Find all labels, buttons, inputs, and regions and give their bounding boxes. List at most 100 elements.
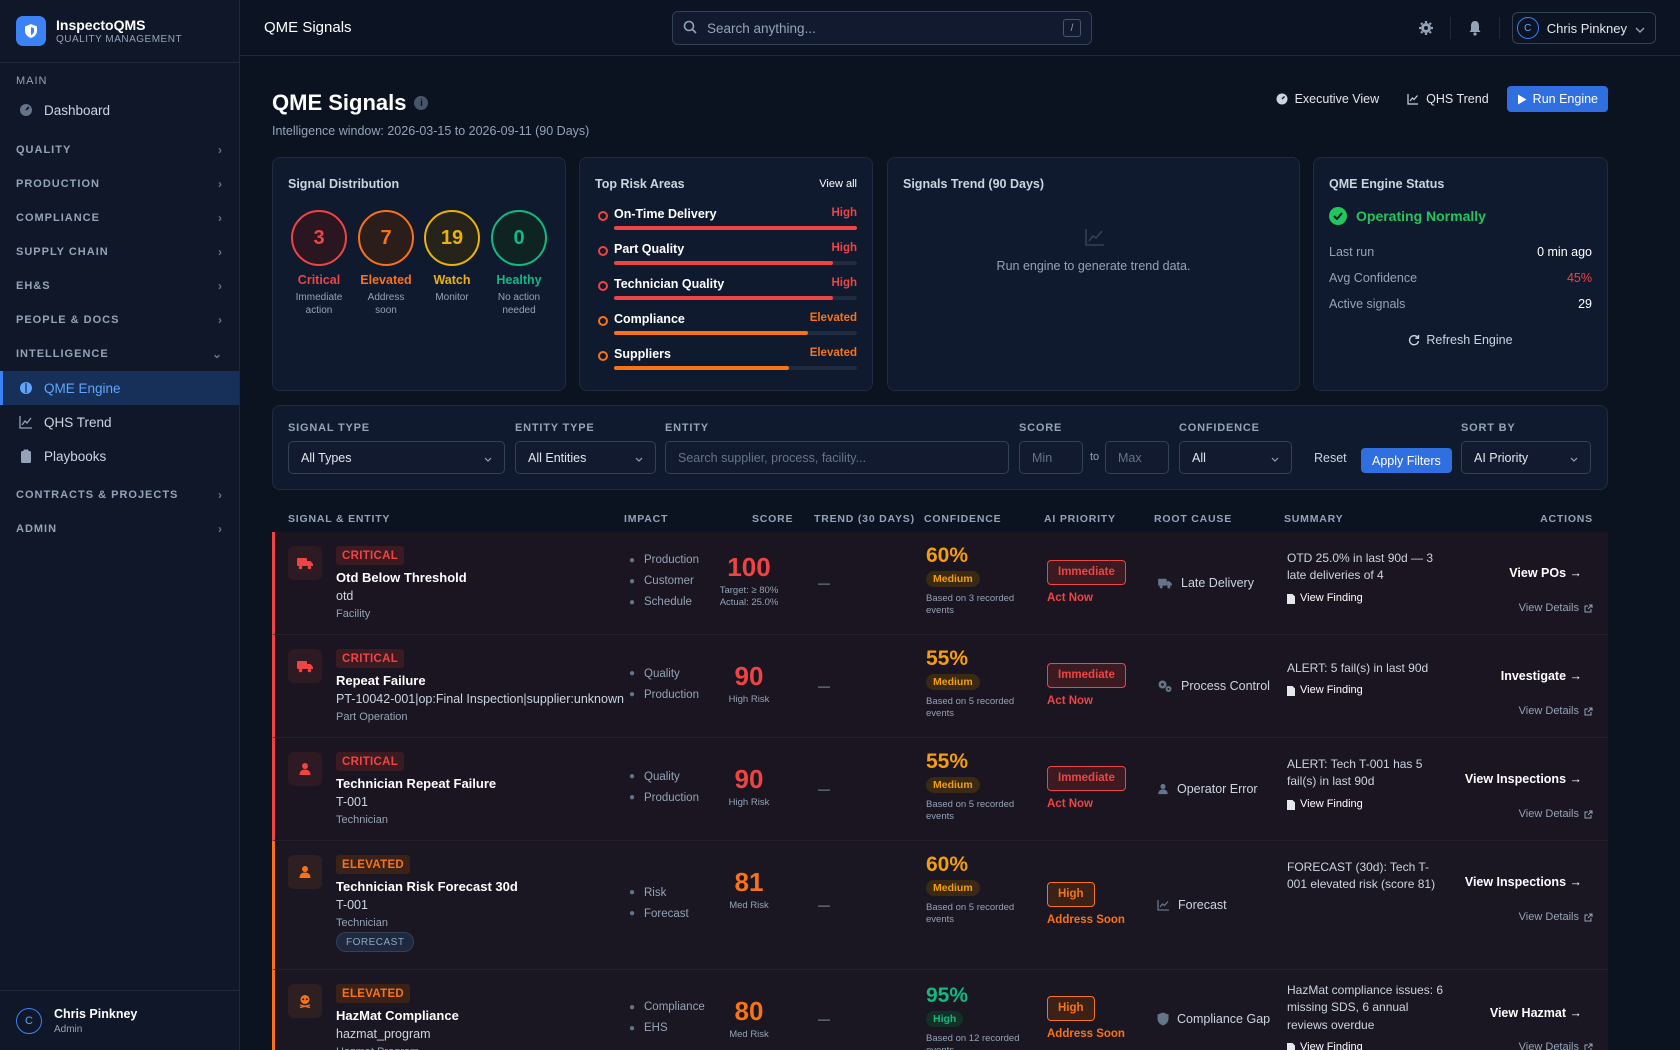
calendar-icon: ●	[628, 596, 636, 608]
chevron-down-icon	[1570, 451, 1578, 465]
signal-type-select[interactable]: All Types	[288, 441, 505, 474]
brand[interactable]: InspectoQMS QUALITY MANAGEMENT	[0, 0, 239, 63]
column-header[interactable]: SIGNAL & ENTITY	[288, 513, 390, 525]
signal-title[interactable]: Otd Below Threshold	[336, 570, 467, 585]
sidebar-group-production[interactable]: PRODUCTION ›	[0, 167, 239, 201]
apply-filters-button[interactable]: Apply Filters	[1361, 448, 1452, 473]
column-header[interactable]: AI PRIORITY	[1044, 513, 1116, 525]
sidebar-group-admin[interactable]: ADMIN ›	[0, 512, 239, 546]
sidebar-group-supply-chain[interactable]: SUPPLY CHAIN ›	[0, 235, 239, 269]
search-input[interactable]: Search anything... /	[672, 11, 1092, 45]
group-label: PEOPLE & DOCS	[16, 314, 120, 326]
primary-action-link[interactable]: View POs →	[1509, 566, 1582, 580]
run-engine-button[interactable]: Run Engine	[1506, 86, 1608, 112]
active-signals-row: Active signals 29	[1329, 297, 1592, 311]
dist-elevated[interactable]: 7 Elevated Address soon	[356, 210, 416, 317]
view-finding-link[interactable]: View Finding	[1287, 797, 1447, 813]
risk-area-row[interactable]: Part Quality High	[595, 241, 857, 271]
sidebar-group-quality[interactable]: QUALITY ›	[0, 133, 239, 167]
primary-action-link[interactable]: Investigate →	[1501, 669, 1582, 683]
table-row[interactable]: CRITICAL Repeat Failure PT-10042-001|op:Fi…	[272, 635, 1608, 738]
truck-icon	[1157, 577, 1173, 589]
entity-type: Facility	[336, 608, 371, 620]
settings-gear-icon[interactable]	[1410, 12, 1442, 44]
column-header[interactable]: SUMMARY	[1284, 513, 1343, 525]
signal-title[interactable]: Technician Risk Forecast 30d	[336, 879, 518, 894]
dist-watch[interactable]: 19 Watch Monitor	[422, 210, 482, 305]
table-row[interactable]: CRITICAL Technician Repeat Failure T-001 Te…	[272, 738, 1608, 841]
score-sub: High Risk	[728, 797, 770, 808]
reset-filters-button[interactable]: Reset	[1314, 451, 1347, 465]
sidebar-group-people-docs[interactable]: PEOPLE & DOCS ›	[0, 303, 239, 337]
view-finding-link[interactable]: View Finding	[1287, 591, 1447, 607]
dist-critical[interactable]: 3 Critical Immediate action	[289, 210, 349, 317]
filter-label: CONFIDENCE	[1179, 422, 1260, 434]
primary-action-link[interactable]: View Inspections →	[1465, 875, 1582, 889]
sidebar-item-dashboard[interactable]: Dashboard	[0, 93, 239, 127]
view-details-link[interactable]: View Details	[1519, 1041, 1593, 1050]
card-title: Signal Distribution	[288, 177, 400, 191]
primary-action-link[interactable]: View Hazmat →	[1490, 1006, 1582, 1020]
info-icon[interactable]: i	[414, 96, 429, 110]
view-details-link[interactable]: View Details	[1519, 911, 1593, 923]
risk-area-row[interactable]: Suppliers Elevated	[595, 346, 857, 376]
view-details-link[interactable]: View Details	[1519, 705, 1593, 717]
chevron-down-icon: ⌄	[211, 347, 223, 361]
risk-area-row[interactable]: On-Time Delivery High	[595, 206, 857, 236]
entity-type-select[interactable]: All Entities	[515, 441, 656, 474]
table-row[interactable]: CRITICAL Otd Below Threshold otd Facility ● P…	[272, 532, 1608, 635]
qhs-trend-button[interactable]: QHS Trend	[1397, 86, 1499, 112]
sidebar-item-qme-engine[interactable]: QME Engine	[0, 371, 239, 405]
view-details-link[interactable]: View Details	[1519, 602, 1593, 614]
confidence-select[interactable]: All	[1179, 441, 1292, 474]
view-finding-link[interactable]: View Finding	[1287, 683, 1447, 699]
risk-dot-icon	[598, 211, 608, 221]
dist-sub: Address soon	[367, 292, 405, 316]
score-min-input[interactable]: Min	[1019, 441, 1083, 474]
sidebar-user[interactable]: C Chris Pinkney Admin	[0, 990, 240, 1050]
entity-search-input[interactable]: Search supplier, process, facility...	[665, 441, 1009, 474]
sidebar-item-qhs-trend[interactable]: QHS Trend	[0, 405, 239, 439]
column-header[interactable]: ROOT CAUSE	[1154, 513, 1232, 525]
impact-label: Production	[644, 688, 699, 701]
view-details-link[interactable]: View Details	[1519, 808, 1593, 820]
column-header[interactable]: CONFIDENCE	[924, 513, 1001, 525]
sidebar-group-intelligence[interactable]: INTELLIGENCE ⌄	[0, 337, 239, 371]
view-all-link[interactable]: View all	[819, 178, 857, 190]
executive-view-button[interactable]: Executive View	[1266, 86, 1390, 112]
group-label: INTELLIGENCE	[16, 348, 109, 360]
column-header[interactable]: ACTIONS	[1540, 513, 1593, 525]
risk-level: Elevated	[809, 312, 857, 324]
summary-cell: ALERT: 5 fail(s) in last 90d View Finding	[1287, 660, 1447, 699]
primary-action-link[interactable]: View Inspections →	[1465, 772, 1582, 786]
sidebar-item-playbooks[interactable]: Playbooks	[0, 439, 239, 473]
filter-label: ENTITY	[665, 422, 709, 434]
score-max-input[interactable]: Max	[1105, 441, 1169, 474]
sidebar-group-ehs[interactable]: EH&S ›	[0, 269, 239, 303]
dist-healthy[interactable]: 0 Healthy No action needed	[489, 210, 549, 317]
sidebar-group-contracts-projects[interactable]: CONTRACTS & PROJECTS ›	[0, 478, 239, 512]
risk-area-row[interactable]: Compliance Elevated	[595, 311, 857, 341]
sidebar-group-compliance[interactable]: COMPLIANCE ›	[0, 201, 239, 235]
top-risk-areas-card: Top Risk Areas View all On-Time Delivery…	[579, 157, 873, 391]
user-menu[interactable]: C Chris Pinkney	[1511, 12, 1656, 44]
filter-label: SIGNAL TYPE	[288, 422, 370, 434]
confidence-cell: 60% Medium Based on 5 recorded events	[926, 853, 1026, 926]
view-finding-link[interactable]: View Finding	[1287, 1040, 1447, 1050]
signal-title[interactable]: Repeat Failure	[336, 673, 426, 688]
external-link-icon	[1584, 707, 1593, 716]
signal-title[interactable]: Technician Repeat Failure	[336, 776, 496, 791]
sidebar-item-label: QME Engine	[44, 380, 121, 396]
table-row[interactable]: ELEVATED HazMat Compliance hazmat_program H…	[272, 970, 1608, 1050]
risk-area-row[interactable]: Technician Quality High	[595, 276, 857, 306]
table-row[interactable]: ELEVATED Technician Risk Forecast 30d T-00…	[272, 841, 1608, 970]
risk-progress-track	[614, 296, 857, 300]
risk-level: Elevated	[809, 347, 857, 359]
notification-bell-icon[interactable]	[1459, 12, 1491, 44]
refresh-engine-button[interactable]: Refresh Engine	[1314, 333, 1607, 347]
signal-title[interactable]: HazMat Compliance	[336, 1008, 459, 1023]
column-header[interactable]: IMPACT	[624, 513, 668, 525]
column-header[interactable]: SCORE	[752, 513, 793, 525]
column-header[interactable]: TREND (30 DAYS)	[814, 513, 915, 525]
sort-select[interactable]: AI Priority	[1461, 441, 1591, 474]
